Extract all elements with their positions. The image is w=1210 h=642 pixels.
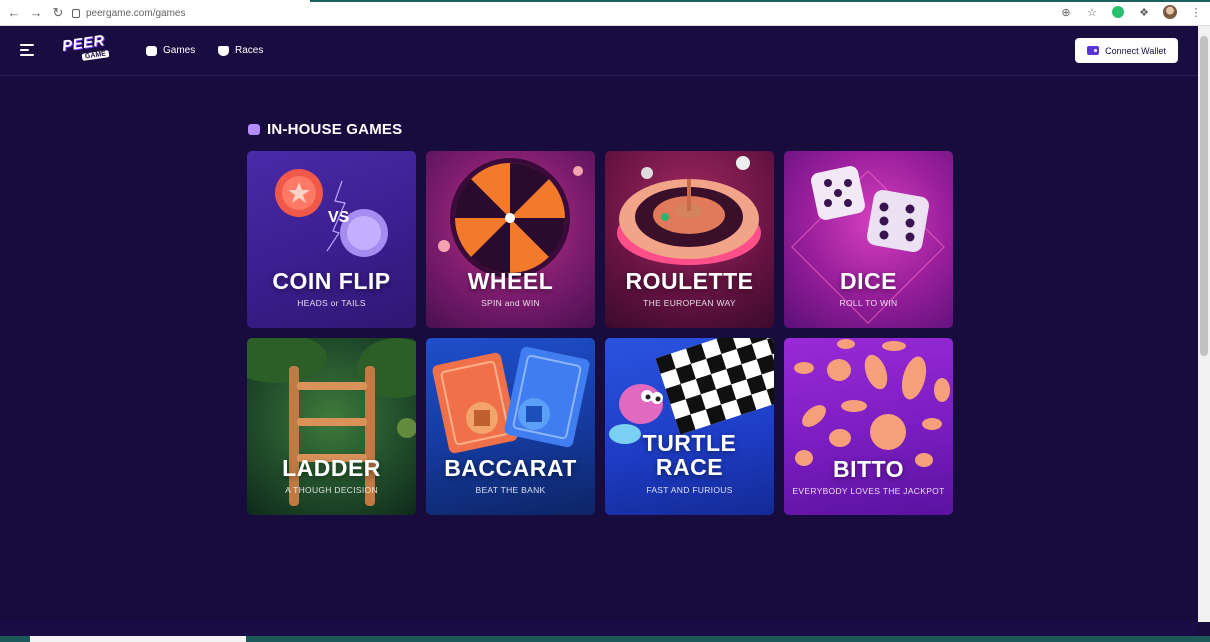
game-card-wheel[interactable]: WHEEL SPIN and WIN <box>426 151 595 328</box>
wallet-icon <box>1087 46 1100 55</box>
url-text: peergame.com/games <box>86 7 186 19</box>
browser-toolbar: ← → ↻ peergame.com/games ⊕ ☆ ❖ ⋮ <box>0 0 1210 26</box>
game-subtitle: ROLL TO WIN <box>839 298 898 308</box>
os-taskbar <box>0 636 1210 642</box>
game-title: COIN FLIP <box>272 268 391 294</box>
game-card-roulette[interactable]: ROULETTE THE EUROPEAN WAY <box>605 151 774 328</box>
tab-strip-line <box>310 0 1210 2</box>
bookmark-star-icon[interactable]: ☆ <box>1084 4 1100 20</box>
connect-wallet-button[interactable]: Connect Wallet <box>1075 38 1178 63</box>
game-card-bitto[interactable]: BITTO EVERYBODY LOVES THE JACKPOT <box>784 338 953 515</box>
game-subtitle: EVERYBODY LOVES THE JACKPOT <box>792 486 945 496</box>
game-subtitle: HEADS or TAILS <box>297 298 366 308</box>
game-card-coin-flip[interactable]: VS COIN FLIP HEADS or TAILS <box>247 151 416 328</box>
nav-games-label: Games <box>163 45 196 56</box>
gamepad-icon <box>248 124 260 135</box>
address-bar[interactable]: peergame.com/games <box>72 4 186 22</box>
game-card-dice[interactable]: DICE ROLL TO WIN <box>784 151 953 328</box>
connect-wallet-label: Connect Wallet <box>1105 45 1166 56</box>
games-grid: VS COIN FLIP HEADS or TAILS WHEEL SPIN a… <box>247 151 953 515</box>
back-icon[interactable]: ← <box>3 2 25 24</box>
nav-races[interactable]: Races <box>218 45 263 56</box>
footer-strip <box>0 622 1198 636</box>
lock-icon <box>72 8 80 18</box>
game-subtitle: BEAT THE BANK <box>475 485 546 495</box>
game-title: BITTO <box>832 456 905 482</box>
game-subtitle: A THOUGH DECISION <box>285 485 378 495</box>
game-title: WHEEL <box>467 268 554 294</box>
nav-games[interactable]: Games <box>146 45 195 56</box>
forward-icon[interactable]: → <box>25 2 47 24</box>
hamburger-menu-icon[interactable] <box>20 44 34 56</box>
section-title: IN-HOUSE GAMES <box>267 121 403 138</box>
peergame-logo[interactable]: PEER GAME <box>61 32 110 65</box>
game-title: BACCARAT <box>444 455 577 481</box>
game-title-line1: TURTLE <box>642 430 737 456</box>
extensions-puzzle-icon[interactable]: ❖ <box>1136 4 1152 20</box>
install-icon[interactable]: ⊕ <box>1058 4 1074 20</box>
game-subtitle: FAST AND FURIOUS <box>646 485 733 495</box>
game-title: DICE <box>840 268 897 294</box>
game-subtitle: SPIN and WIN <box>481 298 540 308</box>
menu-kebab-icon[interactable]: ⋮ <box>1188 4 1204 20</box>
reload-icon[interactable]: ↻ <box>47 2 69 24</box>
trophy-icon <box>218 45 229 56</box>
gamepad-icon <box>146 45 157 56</box>
game-title-line2: RACE <box>655 454 724 480</box>
game-subtitle: THE EUROPEAN WAY <box>643 298 736 308</box>
nav-races-label: Races <box>235 45 264 56</box>
profile-avatar[interactable] <box>1162 4 1178 20</box>
extension-green-icon[interactable] <box>1110 4 1126 20</box>
section-header: IN-HOUSE GAMES <box>248 121 402 138</box>
game-title: LADDER <box>282 455 381 481</box>
scrollbar-thumb[interactable] <box>1200 36 1208 356</box>
game-title: ROULETTE <box>625 268 754 294</box>
page-scrollbar[interactable] <box>1198 26 1210 622</box>
taskbar-search-box[interactable] <box>30 636 246 642</box>
game-card-baccarat[interactable]: BACCARAT BEAT THE BANK <box>426 338 595 515</box>
game-card-ladder[interactable]: LADDER A THOUGH DECISION <box>247 338 416 515</box>
game-card-turtle-race[interactable]: TURTLE RACE FAST AND FURIOUS <box>605 338 774 515</box>
site-header: PEER GAME Games Races Connect Wallet <box>0 26 1198 76</box>
